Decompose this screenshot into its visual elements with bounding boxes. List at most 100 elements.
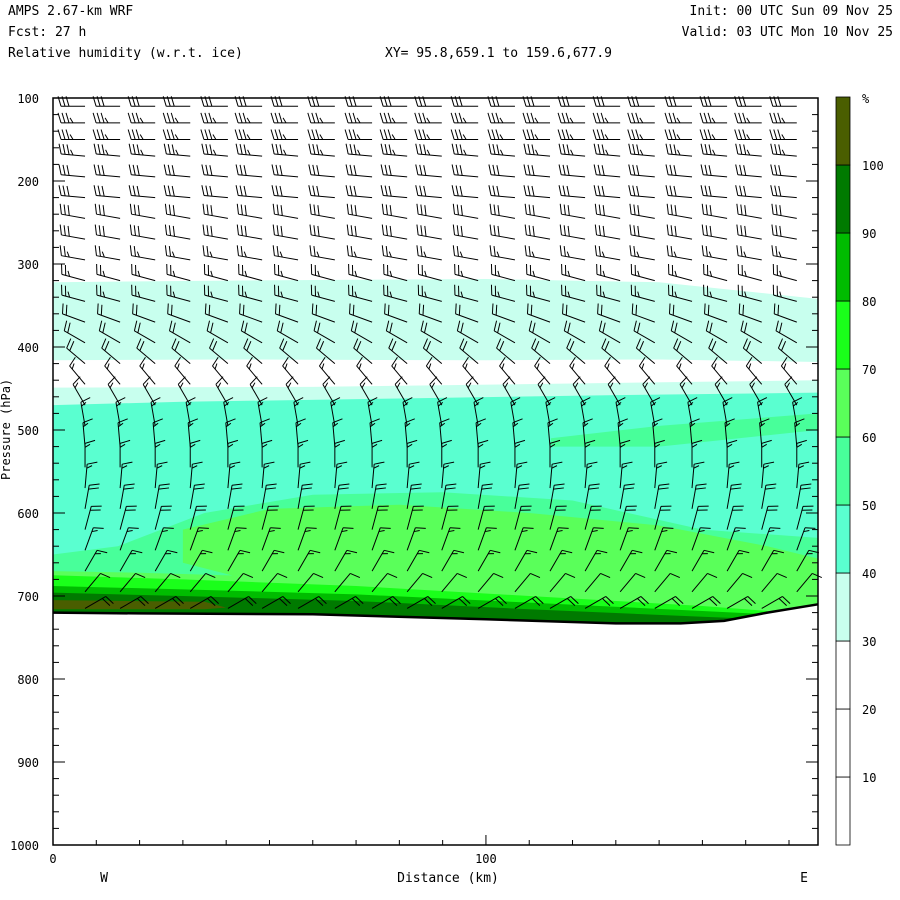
rh-fill	[53, 278, 818, 626]
barb-feather	[59, 245, 62, 256]
barb-feather	[452, 245, 456, 256]
barb-feather	[127, 129, 132, 140]
barb-feather	[628, 527, 639, 529]
barb-feather	[604, 117, 609, 124]
barb-feather	[699, 129, 704, 140]
wind-barb	[666, 245, 693, 261]
wind-barb	[129, 224, 156, 240]
barb-feather	[770, 164, 774, 175]
wind-barb	[270, 129, 299, 140]
wind-barb	[772, 263, 797, 282]
colorbar-label: 50	[862, 499, 876, 513]
barb-feather	[558, 164, 562, 175]
barb-feather	[235, 164, 239, 175]
barb-feather	[668, 303, 671, 314]
barb-feather	[769, 527, 781, 529]
wind-barb	[452, 203, 479, 219]
barb-feather	[389, 205, 392, 216]
model-title: AMPS 2.67-km WRF	[8, 4, 133, 19]
barb-feather	[414, 129, 419, 140]
barb-feather	[285, 376, 294, 385]
barb-feather	[204, 303, 207, 314]
wind-barb	[128, 164, 156, 178]
wind-barb	[307, 112, 335, 124]
wind-barb	[163, 185, 191, 199]
barb-feather	[602, 205, 605, 216]
barb-feather	[350, 225, 353, 236]
barb-feather	[163, 143, 167, 155]
barb-feather	[499, 134, 504, 140]
barb-feather	[736, 203, 739, 215]
wind-barb	[628, 185, 655, 199]
wind-barb	[344, 129, 373, 140]
barb-feather	[569, 134, 574, 140]
barb-feather	[201, 164, 205, 175]
barb-feather	[499, 149, 504, 156]
barb-feather	[170, 129, 175, 140]
barb-feather	[236, 203, 239, 215]
barb-feather	[94, 203, 97, 215]
wind-barb	[523, 185, 551, 199]
barb-feather	[168, 204, 172, 215]
barb-feather	[72, 376, 81, 385]
barb-feather	[523, 164, 527, 175]
barb-feather	[562, 144, 566, 155]
wind-barb	[665, 164, 693, 178]
wind-barb	[452, 224, 479, 240]
barb-feather	[736, 245, 739, 256]
barb-feather	[93, 527, 104, 529]
barb-feather	[104, 134, 109, 140]
wind-barb	[131, 263, 156, 282]
wind-barb	[166, 263, 191, 282]
barb-feather	[166, 112, 171, 124]
wind-barb	[701, 203, 728, 219]
barb-feather	[565, 304, 568, 316]
wind-barb	[454, 263, 479, 282]
barb-feather	[384, 303, 386, 314]
barb-feather	[454, 129, 459, 140]
wind-barb	[665, 185, 693, 199]
wind-barb	[415, 143, 442, 157]
barb-feather	[734, 112, 739, 124]
wind-barb	[272, 245, 299, 261]
barb-feather	[627, 112, 632, 124]
barb-feather	[601, 144, 605, 155]
barb-feather	[244, 225, 247, 237]
barb-feather	[450, 112, 455, 124]
wind-barb	[522, 112, 551, 124]
barb-feather	[200, 129, 205, 140]
barb-feather	[486, 527, 497, 529]
barb-feather	[144, 382, 149, 389]
barb-feather	[420, 245, 423, 257]
barb-feather	[201, 143, 205, 155]
barb-feather	[392, 149, 396, 156]
barb-feather	[168, 225, 172, 236]
wind-barb	[666, 203, 693, 219]
barb-feather	[526, 303, 529, 314]
barb-feather	[709, 225, 712, 237]
barb-feather	[132, 144, 136, 155]
barb-feather	[172, 225, 175, 237]
barb-feather	[63, 225, 66, 236]
wind-barb	[344, 112, 373, 124]
barb-feather	[673, 144, 677, 155]
barb-feather	[536, 363, 540, 370]
barb-feather	[96, 112, 101, 124]
barb-feather	[804, 527, 816, 529]
wind-barb	[381, 245, 408, 261]
barb-feather	[162, 112, 167, 124]
barb-feather	[464, 363, 468, 370]
barb-feather	[736, 224, 739, 235]
barb-feather	[271, 164, 275, 175]
barb-feather	[708, 144, 712, 155]
barb-feather	[523, 185, 527, 196]
barb-feather	[423, 185, 427, 197]
barb-feather	[142, 376, 151, 385]
wind-barb	[383, 263, 408, 282]
barb-feather	[239, 185, 243, 196]
barb-feather	[385, 225, 388, 236]
barb-feather	[530, 304, 533, 316]
wind-barb	[451, 185, 479, 199]
barb-feather	[739, 185, 743, 196]
barb-feather	[102, 205, 105, 216]
